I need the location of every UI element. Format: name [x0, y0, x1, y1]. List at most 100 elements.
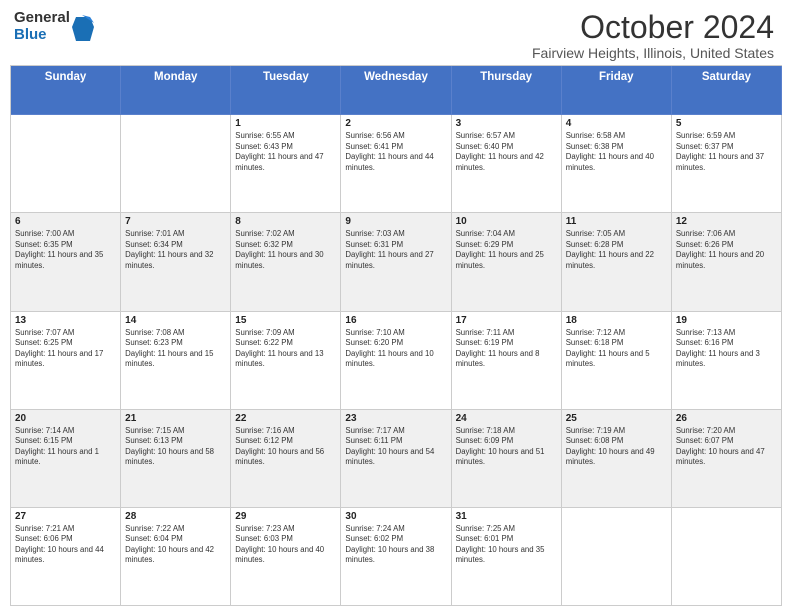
cell-date: 3	[456, 118, 557, 129]
cell-info: Sunrise: 7:13 AM Sunset: 6:16 PM Dayligh…	[676, 328, 777, 370]
cal-cell-empty-4-6	[672, 508, 782, 606]
cell-info: Sunrise: 7:10 AM Sunset: 6:20 PM Dayligh…	[345, 328, 446, 370]
day-header-wednesday: Wednesday	[341, 66, 451, 115]
cal-cell-empty-4-5	[562, 508, 672, 606]
day-header-thursday: Thursday	[452, 66, 562, 115]
cell-date: 20	[15, 413, 116, 424]
page: General Blue October 2024 Fairview Heigh…	[0, 0, 792, 612]
cell-date: 11	[566, 216, 667, 227]
cal-cell-28: 28 Sunrise: 7:22 AM Sunset: 6:04 PM Dayli…	[121, 508, 231, 606]
cal-cell-3: 3 Sunrise: 6:57 AM Sunset: 6:40 PM Daylig…	[452, 115, 562, 213]
cal-cell-16: 16Sunrise: 7:10 AM Sunset: 6:20 PM Dayli…	[341, 312, 451, 410]
cell-info: Sunrise: 7:11 AM Sunset: 6:19 PM Dayligh…	[456, 328, 557, 370]
cell-date: 18	[566, 315, 667, 326]
cell-date: 6	[15, 216, 116, 227]
cal-cell-4: 4 Sunrise: 6:58 AM Sunset: 6:38 PM Daylig…	[562, 115, 672, 213]
cal-cell-13: 13 Sunrise: 7:07 AM Sunset: 6:25 PM Dayli…	[11, 312, 121, 410]
cell-info: Sunrise: 7:21 AM Sunset: 6:06 PM Dayligh…	[15, 524, 116, 566]
header: General Blue October 2024 Fairview Heigh…	[0, 0, 792, 65]
cell-info: Sunrise: 6:59 AM Sunset: 6:37 PM Dayligh…	[676, 131, 777, 173]
cell-info: Sunrise: 7:17 AM Sunset: 6:11 PM Dayligh…	[345, 426, 446, 468]
cell-info: Sunrise: 7:08 AM Sunset: 6:23 PM Dayligh…	[125, 328, 226, 370]
cal-cell-22: 22 Sunrise: 7:16 AM Sunset: 6:12 PM Dayli…	[231, 410, 341, 508]
cell-date: 24	[456, 413, 557, 424]
day-header-tuesday: Tuesday	[231, 66, 341, 115]
cell-info: Sunrise: 7:06 AM Sunset: 6:26 PM Dayligh…	[676, 229, 777, 271]
logo-icon	[72, 13, 94, 41]
cal-cell-14: 14 Sunrise: 7:08 AM Sunset: 6:23 PM Dayli…	[121, 312, 231, 410]
cell-info: Sunrise: 7:05 AM Sunset: 6:28 PM Dayligh…	[566, 229, 667, 271]
title-location: Fairview Heights, Illinois, United State…	[532, 45, 774, 61]
cal-cell-9: 9 Sunrise: 7:03 AM Sunset: 6:31 PM Daylig…	[341, 213, 451, 311]
cal-cell-18: 18 Sunrise: 7:12 AM Sunset: 6:18 PM Dayli…	[562, 312, 672, 410]
cal-cell-empty-0-1	[121, 115, 231, 213]
cell-date: 1	[235, 118, 336, 129]
cal-cell-31: 31Sunrise: 7:25 AM Sunset: 6:01 PM Dayli…	[452, 508, 562, 606]
cell-info: Sunrise: 7:25 AM Sunset: 6:01 PM Dayligh…	[456, 524, 557, 566]
cell-date: 9	[345, 216, 446, 227]
cell-info: Sunrise: 7:12 AM Sunset: 6:18 PM Dayligh…	[566, 328, 667, 370]
cal-cell-2: 2Sunrise: 6:56 AM Sunset: 6:41 PM Daylig…	[341, 115, 451, 213]
cell-info: Sunrise: 7:09 AM Sunset: 6:22 PM Dayligh…	[235, 328, 336, 370]
cell-info: Sunrise: 7:04 AM Sunset: 6:29 PM Dayligh…	[456, 229, 557, 271]
cell-date: 25	[566, 413, 667, 424]
cell-date: 22	[235, 413, 336, 424]
cal-cell-empty-0-0	[11, 115, 121, 213]
cell-date: 27	[15, 511, 116, 522]
cell-info: Sunrise: 7:02 AM Sunset: 6:32 PM Dayligh…	[235, 229, 336, 271]
cell-date: 29	[235, 511, 336, 522]
calendar-grid: SundayMondayTuesdayWednesdayThursdayFrid…	[10, 65, 782, 606]
cell-info: Sunrise: 7:20 AM Sunset: 6:07 PM Dayligh…	[676, 426, 777, 468]
logo: General Blue	[14, 10, 94, 43]
cal-cell-15: 15Sunrise: 7:09 AM Sunset: 6:22 PM Dayli…	[231, 312, 341, 410]
cal-cell-21: 21 Sunrise: 7:15 AM Sunset: 6:13 PM Dayli…	[121, 410, 231, 508]
cell-info: Sunrise: 7:03 AM Sunset: 6:31 PM Dayligh…	[345, 229, 446, 271]
title-area: October 2024 Fairview Heights, Illinois,…	[532, 10, 774, 61]
cal-cell-25: 25Sunrise: 7:19 AM Sunset: 6:08 PM Dayli…	[562, 410, 672, 508]
cal-cell-27: 27 Sunrise: 7:21 AM Sunset: 6:06 PM Dayli…	[11, 508, 121, 606]
cell-date: 28	[125, 511, 226, 522]
cal-cell-6: 6 Sunrise: 7:00 AM Sunset: 6:35 PM Daylig…	[11, 213, 121, 311]
cell-date: 13	[15, 315, 116, 326]
cal-cell-1: 1 Sunrise: 6:55 AM Sunset: 6:43 PM Daylig…	[231, 115, 341, 213]
cell-info: Sunrise: 6:55 AM Sunset: 6:43 PM Dayligh…	[235, 131, 336, 173]
cal-cell-19: 19 Sunrise: 7:13 AM Sunset: 6:16 PM Dayli…	[672, 312, 782, 410]
cell-info: Sunrise: 6:58 AM Sunset: 6:38 PM Dayligh…	[566, 131, 667, 173]
cal-cell-12: 12 Sunrise: 7:06 AM Sunset: 6:26 PM Dayli…	[672, 213, 782, 311]
cell-info: Sunrise: 7:07 AM Sunset: 6:25 PM Dayligh…	[15, 328, 116, 370]
cell-info: Sunrise: 7:15 AM Sunset: 6:13 PM Dayligh…	[125, 426, 226, 468]
cell-date: 4	[566, 118, 667, 129]
cal-cell-26: 26Sunrise: 7:20 AM Sunset: 6:07 PM Dayli…	[672, 410, 782, 508]
cell-date: 5	[676, 118, 777, 129]
cell-info: Sunrise: 7:18 AM Sunset: 6:09 PM Dayligh…	[456, 426, 557, 468]
cell-date: 2	[345, 118, 446, 129]
cell-date: 7	[125, 216, 226, 227]
cal-cell-20: 20 Sunrise: 7:14 AM Sunset: 6:15 PM Dayli…	[11, 410, 121, 508]
cell-info: Sunrise: 7:24 AM Sunset: 6:02 PM Dayligh…	[345, 524, 446, 566]
cal-cell-29: 29 Sunrise: 7:23 AM Sunset: 6:03 PM Dayli…	[231, 508, 341, 606]
cell-date: 12	[676, 216, 777, 227]
cell-date: 30	[345, 511, 446, 522]
cell-info: Sunrise: 7:00 AM Sunset: 6:35 PM Dayligh…	[15, 229, 116, 271]
cal-cell-5: 5 Sunrise: 6:59 AM Sunset: 6:37 PM Daylig…	[672, 115, 782, 213]
cal-cell-17: 17 Sunrise: 7:11 AM Sunset: 6:19 PM Dayli…	[452, 312, 562, 410]
cell-date: 19	[676, 315, 777, 326]
cal-cell-7: 7Sunrise: 7:01 AM Sunset: 6:34 PM Daylig…	[121, 213, 231, 311]
day-header-friday: Friday	[562, 66, 672, 115]
cell-info: Sunrise: 6:57 AM Sunset: 6:40 PM Dayligh…	[456, 131, 557, 173]
cell-date: 14	[125, 315, 226, 326]
logo-text: General Blue	[14, 10, 70, 43]
cal-cell-30: 30 Sunrise: 7:24 AM Sunset: 6:02 PM Dayli…	[341, 508, 451, 606]
cal-cell-11: 11 Sunrise: 7:05 AM Sunset: 6:28 PM Dayli…	[562, 213, 672, 311]
title-month: October 2024	[532, 10, 774, 45]
cell-info: Sunrise: 7:16 AM Sunset: 6:12 PM Dayligh…	[235, 426, 336, 468]
logo-blue: Blue	[14, 27, 70, 44]
cell-date: 21	[125, 413, 226, 424]
cell-info: Sunrise: 7:23 AM Sunset: 6:03 PM Dayligh…	[235, 524, 336, 566]
cal-cell-23: 23 Sunrise: 7:17 AM Sunset: 6:11 PM Dayli…	[341, 410, 451, 508]
cell-date: 17	[456, 315, 557, 326]
cell-info: Sunrise: 7:22 AM Sunset: 6:04 PM Dayligh…	[125, 524, 226, 566]
cell-date: 23	[345, 413, 446, 424]
cell-info: Sunrise: 7:14 AM Sunset: 6:15 PM Dayligh…	[15, 426, 116, 468]
logo-general: General	[14, 10, 70, 27]
